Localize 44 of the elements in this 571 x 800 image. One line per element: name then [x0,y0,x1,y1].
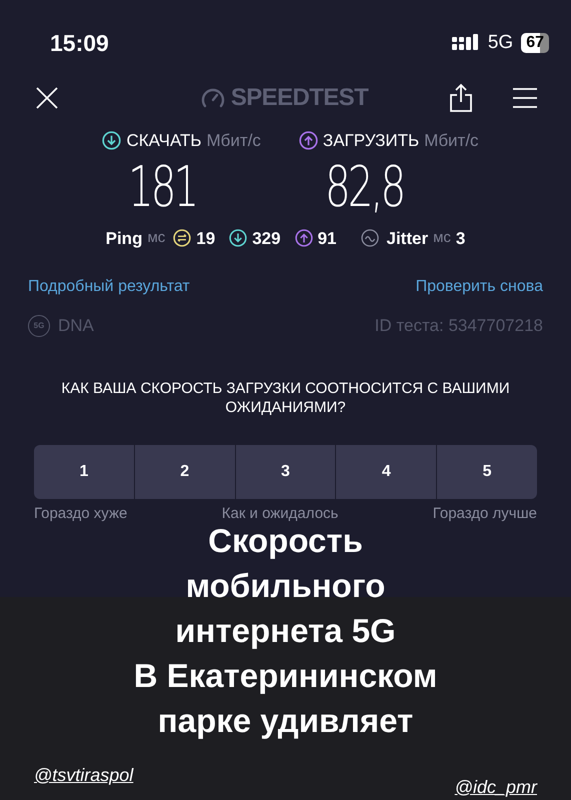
unit-label: мс [147,228,166,248]
story-caption: Скорость мобильного интернета 5G В Екатерининском парке удивляет [134,522,438,741]
speed-value: 82,8 [324,154,404,222]
scale-label: Гораздо лучше [432,504,537,524]
test-id: ID теста: 5347707218 [374,315,543,337]
unit-label: мс [433,228,451,248]
survey-question: КАК ВАША СКОРОСТЬ ЗАГРУЗКИ СООТНОСИТСЯ С ВАШИМИ ОЖИДАНИЯМИ? [60,378,511,416]
ping-value: 19 [196,228,216,250]
swap-arrows-icon [173,229,192,248]
app-logo: SPEEDTEST [230,83,368,113]
text-link[interactable]: Проверить снова [416,275,543,299]
scale-label: Гораздо хуже [34,504,128,524]
jitter-label: Jitter [386,228,428,250]
mention-tag: @idc_pmr [454,774,537,800]
metric-label: СКАЧАТЬ [126,130,202,152]
gauge-icon [200,88,225,108]
ping-label: Ping [106,228,142,250]
wave-icon [360,229,378,248]
share-icon [449,83,473,113]
metric-label: ЗАГРУЗИТЬ [322,130,420,152]
rating-option[interactable]: 4 [336,444,436,498]
close-button[interactable] [34,85,60,111]
menu-icon [513,87,537,109]
scale-label: Как и ожидалось [222,504,338,524]
rating-option[interactable]: 5 [437,444,537,498]
text-link[interactable]: Подробный результат [28,275,190,299]
provider-name: DNA [58,315,94,337]
unit-label: Мбит/с [424,130,479,152]
ping-value: 329 [252,228,281,250]
rating-option[interactable]: 1 [34,444,134,498]
network-badge: 5G [28,314,50,337]
mention-tag: @tsvtiraspol [34,762,134,789]
share-button[interactable] [449,83,473,113]
jitter-value: 3 [456,228,466,250]
status-time: 15:09 [50,28,109,58]
network-type: 5G [488,30,514,55]
rating-option[interactable]: 3 [236,444,336,498]
battery-indicator: 67 [521,33,549,53]
unit-label: Мбит/с [206,130,261,152]
rating-option[interactable]: 2 [134,444,235,498]
menu-button[interactable] [513,87,537,109]
speed-value: 181 [128,154,197,222]
ping-value: 91 [318,228,336,250]
close-icon [35,86,59,110]
